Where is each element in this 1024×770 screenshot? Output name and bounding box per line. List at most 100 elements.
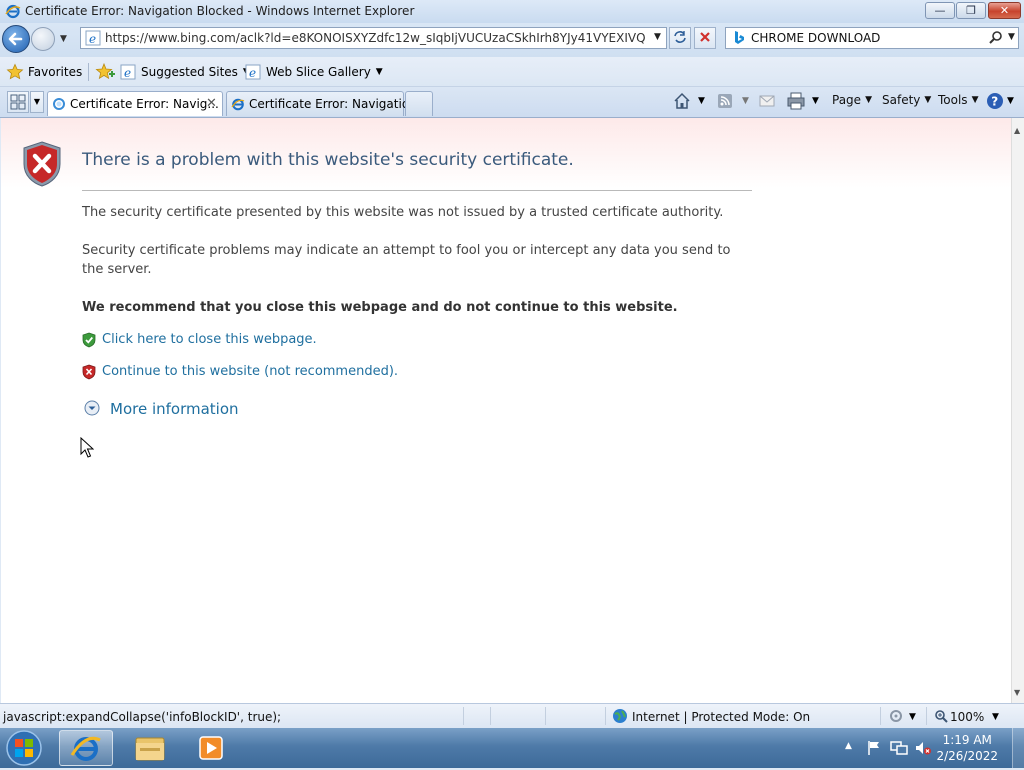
expand-info-icon[interactable] (84, 400, 100, 419)
zoom-dropdown-icon[interactable]: ▼ (992, 712, 999, 722)
more-information-link[interactable]: More information (110, 400, 239, 418)
tab-certificate-error-active[interactable]: Certificate Error: Navig... ✕ (47, 91, 223, 116)
start-button[interactable] (3, 729, 45, 767)
suggested-sites-label: Suggested Sites (141, 65, 238, 79)
back-arrow-icon (8, 32, 23, 46)
status-separator (545, 707, 546, 725)
page-content: There is a problem with this website's s… (1, 118, 1011, 703)
status-text: javascript:expandCollapse('infoBlockID',… (3, 710, 282, 724)
scroll-down-arrow-icon[interactable]: ▼ (1014, 688, 1020, 697)
print-icon[interactable] (786, 92, 806, 113)
tab-certificate-error[interactable]: Certificate Error: Navigatio... (226, 91, 420, 116)
web-slice-gallery-label: Web Slice Gallery (266, 65, 371, 79)
action-center-flag-icon[interactable] (866, 740, 882, 759)
feeds-icon[interactable] (716, 92, 734, 113)
continue-to-website-link[interactable]: Continue to this website (not recommende… (102, 364, 398, 379)
zoom-icon[interactable] (934, 709, 948, 726)
window-title: Certificate Error: Navigation Blocked - … (25, 4, 415, 18)
page-ie-icon: e (85, 30, 101, 49)
status-separator (490, 707, 491, 725)
stop-x-icon (700, 32, 710, 42)
tab-bar: ▼ Certificate Error: Navig... ✕ Certific… (0, 87, 1024, 117)
minimize-button[interactable]: — (925, 2, 955, 19)
favbar-separator (88, 63, 89, 81)
restore-button[interactable]: ❐ (956, 2, 986, 19)
vertical-scrollbar[interactable]: ▲ ▼ (1011, 118, 1024, 703)
scroll-up-arrow-icon[interactable]: ▲ (1014, 126, 1020, 135)
show-desktop-button[interactable] (1012, 728, 1024, 768)
mouse-cursor-icon (80, 436, 95, 462)
quick-tabs-grid-icon (10, 94, 26, 110)
tools-menu-dropdown-icon: ▼ (971, 95, 979, 105)
system-clock[interactable]: 1:19 AM 2/26/2022 (936, 732, 998, 764)
read-mail-icon[interactable] (758, 93, 776, 112)
close-webpage-link[interactable]: Click here to close this webpage. (102, 332, 317, 347)
taskbar-media-player-button[interactable] (184, 730, 238, 766)
security-zone-text[interactable]: Internet | Protected Mode: On (632, 710, 810, 724)
search-query[interactable]: CHROME DOWNLOAD (751, 31, 880, 45)
red-shield-icon (82, 364, 96, 383)
protected-mode-dropdown-icon[interactable]: ▼ (909, 712, 916, 722)
zoom-level[interactable]: 100% (950, 710, 984, 724)
feeds-dropdown-icon[interactable]: ▼ (742, 96, 749, 106)
media-player-icon (199, 736, 223, 760)
recent-pages-dropdown-icon[interactable]: ▼ (60, 34, 67, 44)
security-shield-error-icon (21, 140, 63, 191)
help-menu[interactable]: ? ▼ (986, 92, 1014, 110)
help-dropdown-icon: ▼ (1007, 96, 1014, 106)
quick-tabs-button[interactable] (7, 91, 29, 113)
safety-menu[interactable]: Safety ▼ (882, 93, 931, 107)
print-dropdown-icon[interactable]: ▼ (812, 96, 819, 106)
page-menu[interactable]: Page ▼ (832, 93, 872, 107)
ie-taskbar-icon (70, 736, 101, 761)
web-slice-ie-icon: e (245, 64, 261, 80)
add-to-favorites-bar-icon[interactable] (95, 62, 115, 85)
address-bar[interactable]: e https://www.bing.com/aclk?ld=e8KONOISX… (80, 27, 667, 49)
address-dropdown-icon[interactable]: ▼ (654, 32, 661, 42)
compatibility-view-button[interactable] (669, 27, 691, 49)
show-hidden-icons-arrow[interactable]: ▲ (845, 741, 852, 751)
close-window-button[interactable]: ✕ (988, 2, 1021, 19)
status-bar: javascript:expandCollapse('infoBlockID',… (0, 703, 1024, 728)
stop-button[interactable] (694, 27, 716, 49)
volume-muted-icon[interactable] (914, 740, 932, 759)
forward-button[interactable] (31, 27, 55, 51)
taskbar-explorer-button[interactable] (124, 730, 178, 766)
new-tab-button[interactable] (405, 91, 433, 116)
svg-text:e: e (249, 66, 256, 80)
back-button[interactable] (2, 25, 30, 53)
error-heading: There is a problem with this website's s… (82, 150, 574, 170)
search-box[interactable]: CHROME DOWNLOAD ▼ (725, 27, 1019, 49)
home-icon[interactable] (672, 91, 692, 114)
refresh-icon (674, 31, 686, 43)
title-bar: Certificate Error: Navigation Blocked - … (0, 0, 1024, 23)
clock-date: 2/26/2022 (936, 749, 998, 763)
heading-divider (82, 190, 752, 191)
tab-loading-icon (52, 97, 66, 114)
web-slice-gallery-button[interactable]: e Web Slice Gallery ▼ (245, 62, 383, 82)
tools-menu[interactable]: Tools ▼ (938, 93, 978, 107)
search-options-dropdown-icon[interactable]: ▼ (1008, 32, 1015, 42)
address-url[interactable]: https://www.bing.com/aclk?ld=e8KONOISXYZ… (105, 31, 645, 45)
security-problem-text: Security certificate problems may indica… (82, 243, 731, 277)
network-icon[interactable] (890, 740, 908, 759)
bing-icon (732, 30, 746, 49)
tab-ie-icon (231, 97, 245, 114)
svg-text:e: e (89, 32, 96, 46)
untrusted-authority-text: The security certificate presented by th… (82, 205, 724, 220)
search-icon[interactable] (988, 30, 1004, 49)
favorites-button[interactable]: Favorites (6, 62, 82, 82)
taskbar-ie-button[interactable] (59, 730, 113, 766)
web-slice-dropdown-icon: ▼ (375, 67, 383, 77)
suggested-sites-button[interactable]: e Suggested Sites ▼ (120, 62, 250, 82)
favorites-bar: Favorites e Suggested Sites ▼ e Web Slic… (0, 57, 1024, 87)
page-menu-dropdown-icon: ▼ (865, 95, 872, 105)
tools-menu-label: Tools (938, 93, 968, 107)
close-tab-icon[interactable]: ✕ (206, 96, 217, 111)
windows-taskbar: ▲ 1:19 AM 2/26/2022 (0, 728, 1024, 768)
tab-list-button[interactable]: ▼ (30, 91, 44, 113)
status-separator (926, 707, 927, 725)
protected-mode-settings-icon[interactable] (888, 709, 904, 726)
home-dropdown-icon[interactable]: ▼ (698, 96, 705, 106)
favorites-star-icon (6, 63, 24, 80)
